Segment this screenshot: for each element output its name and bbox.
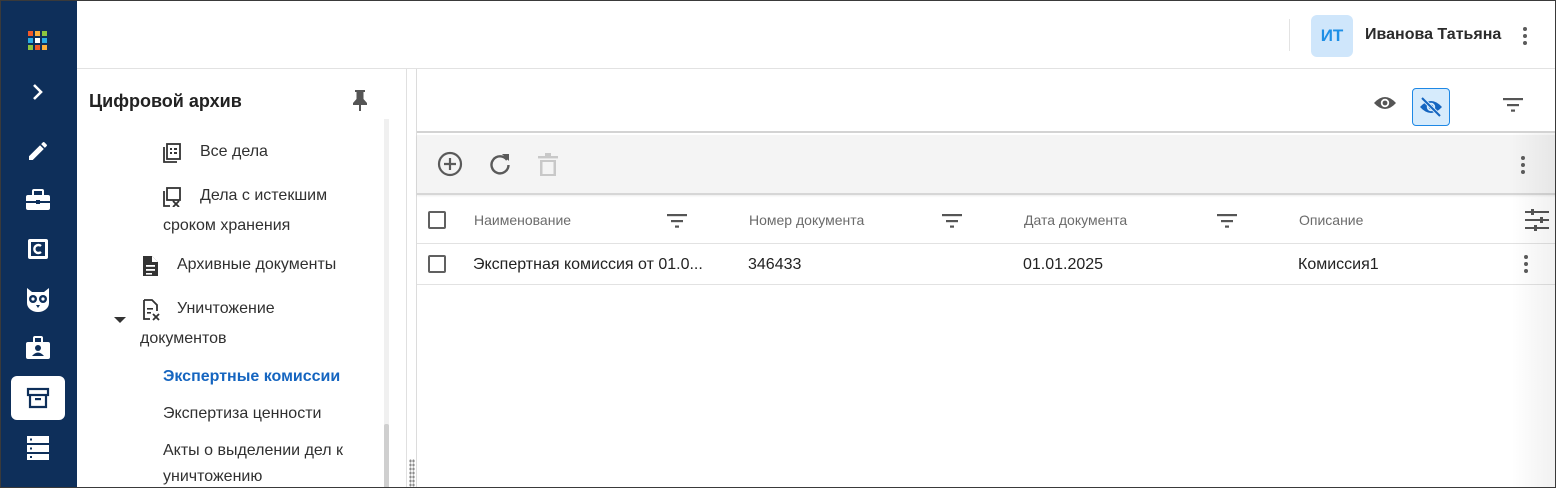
tree-item-label-line2: уничтожению [163,468,263,485]
panel-splitter[interactable] [406,69,416,487]
tree-item-value-expertise[interactable]: Экспертиза ценности [163,399,321,429]
topbar-divider [1289,19,1290,51]
briefcase-icon[interactable] [11,178,65,222]
owl-icon[interactable] [11,277,65,321]
c-box-icon[interactable] [11,227,65,271]
apps-grid-icon[interactable] [11,19,65,63]
main-content: Наименование Номер документа Дата докуме… [416,69,1555,487]
edit-pencil-icon[interactable] [11,129,65,173]
archive-box-icon[interactable] [11,376,65,420]
column-filter-icon[interactable] [942,214,962,233]
tree-item-label-line2: сроком хранения [163,217,291,234]
nav-rail [1,1,77,487]
grid-header: Наименование Номер документа Дата докуме… [417,197,1555,244]
table-row[interactable]: Экспертная комиссия от 01.0... 346433 01… [417,244,1555,285]
tree-item-label: Дела с истекшим [200,187,328,204]
tree-item-destruction-acts[interactable]: Акты о выделении дел к уничтожению [163,436,383,487]
cell-number: 346433 [748,256,802,273]
grid-toolbar [417,135,1555,195]
column-header-description[interactable]: Описание [1299,212,1363,228]
add-circle-icon[interactable] [437,151,463,182]
refresh-icon[interactable] [487,151,513,182]
archive-tree-panel: Цифровой архив Все дела Дела с истекшим … [77,69,407,487]
column-filter-icon[interactable] [1217,214,1237,233]
tree-item-expert-commissions[interactable]: Экспертные комиссии [163,362,340,392]
cell-date: 01.01.2025 [1023,256,1104,273]
delete-icon [537,153,559,182]
column-header-number[interactable]: Номер документа [749,212,864,228]
tree-item-label: Все дела [200,143,268,160]
app-window: ИТ Иванова Татьяна Цифровой архив Все де… [0,0,1556,488]
tree-item-label: Уничтожение [177,300,275,317]
toolbar-more-kebab-icon[interactable] [1513,153,1533,177]
tree-item-label: Экспертиза ценности [163,405,322,422]
user-menu-kebab-icon[interactable] [1515,24,1535,48]
user-name[interactable]: Иванова Татьяна [1365,26,1501,44]
top-bar: ИТ Иванова Татьяна [77,1,1555,69]
column-settings-icon[interactable] [1525,209,1549,236]
tree-item-label: Экспертные комиссии [163,368,341,385]
view-bar [417,69,1555,133]
row-checkbox[interactable] [428,255,446,273]
panel-title: Цифровой архив [89,91,242,111]
cell-name[interactable]: Экспертная комиссия от 01.0... [473,256,718,274]
tree-item-label: Архивные документы [177,256,337,273]
tree-scrollbar[interactable] [384,119,389,487]
badge-case-icon[interactable] [11,326,65,370]
scrollbar-thumb[interactable] [384,424,389,487]
expand-chevron-icon[interactable] [11,70,65,114]
column-filter-icon[interactable] [667,214,687,233]
expand-caret-icon[interactable] [114,317,126,323]
column-header-date[interactable]: Дата документа [1024,212,1127,228]
server-stack-icon[interactable] [11,426,65,470]
filter-icon[interactable] [1503,98,1523,117]
select-all-checkbox[interactable] [428,211,446,229]
tree-item-expired-cases[interactable]: Дела с истекшим сроком хранения [163,181,383,241]
cell-description: Комиссия1 [1298,256,1379,273]
eye-icon[interactable] [1373,95,1397,116]
tree-item-label-line2: документов [140,330,227,347]
eye-off-button[interactable] [1412,88,1450,126]
tree-item-destruction[interactable]: Уничтожение документов [140,294,380,354]
row-actions-kebab-icon[interactable] [1516,252,1536,276]
column-header-name[interactable]: Наименование [474,212,571,228]
eye-off-icon [1420,96,1442,118]
avatar[interactable]: ИТ [1311,15,1353,57]
pin-icon[interactable] [351,88,369,117]
drag-handle-icon[interactable] [409,459,415,487]
